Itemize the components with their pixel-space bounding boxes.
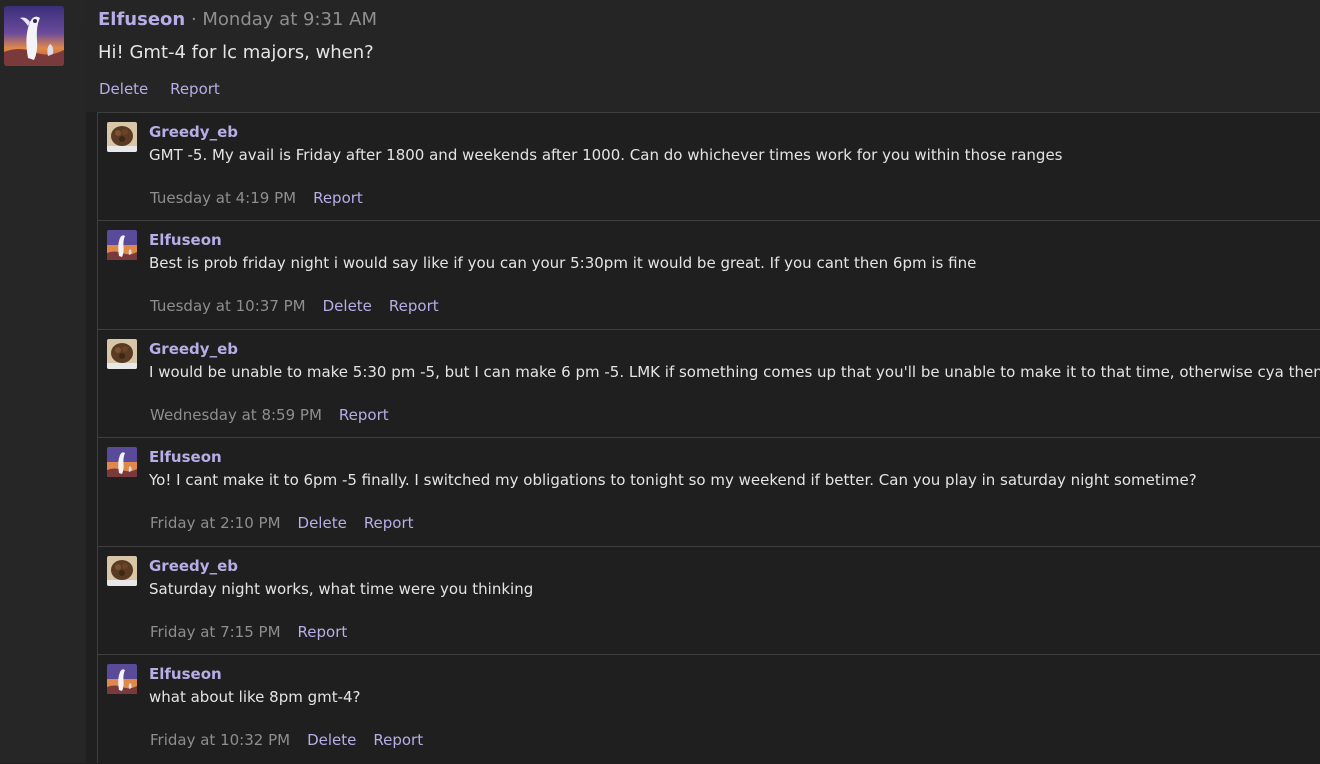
- comment-author-link[interactable]: Elfuseon: [149, 665, 222, 683]
- comment-timestamp[interactable]: Friday at 10:32 PM: [150, 731, 290, 749]
- post-timestamp[interactable]: Monday at 9:31 AM: [202, 9, 377, 30]
- comment-report-link[interactable]: Report: [373, 731, 423, 749]
- comment-meta: Tuesday at 4:19 PM Report: [150, 189, 380, 207]
- greedy-avatar[interactable]: [107, 339, 137, 369]
- post-delete-link[interactable]: Delete: [99, 80, 148, 98]
- comment-timestamp[interactable]: Friday at 2:10 PM: [150, 514, 281, 532]
- comment-meta: Friday at 7:15 PM Report: [150, 623, 364, 641]
- comment-report-link[interactable]: Report: [389, 297, 439, 315]
- post-author-link[interactable]: Elfuseon: [98, 9, 185, 30]
- comment-meta: Friday at 2:10 PM Delete Report: [150, 514, 431, 532]
- comment-meta: Tuesday at 10:37 PM Delete Report: [150, 297, 456, 315]
- comment-delete-link[interactable]: Delete: [307, 731, 356, 749]
- post-body: Hi! Gmt-4 for lc majors, when?: [98, 42, 374, 63]
- post-report-link[interactable]: Report: [170, 80, 220, 98]
- comment-item: Greedy_eb GMT -5. My avail is Friday aft…: [98, 112, 1320, 221]
- elfuseon-avatar[interactable]: [107, 230, 137, 260]
- comment-text: GMT -5. My avail is Friday after 1800 an…: [149, 146, 1063, 164]
- comment-item: Elfuseon Best is prob friday night i wou…: [98, 220, 1320, 329]
- greedy-avatar[interactable]: [107, 556, 137, 586]
- comment-timestamp[interactable]: Friday at 7:15 PM: [150, 623, 281, 641]
- comment-meta: Wednesday at 8:59 PM Report: [150, 406, 406, 424]
- comment-meta: Friday at 10:32 PM Delete Report: [150, 731, 440, 749]
- comment-report-link[interactable]: Report: [339, 406, 389, 424]
- comment-timestamp[interactable]: Tuesday at 4:19 PM: [150, 189, 296, 207]
- comment-delete-link[interactable]: Delete: [323, 297, 372, 315]
- comment-report-link[interactable]: Report: [313, 189, 363, 207]
- elfuseon-avatar[interactable]: [4, 6, 64, 66]
- comment-report-link[interactable]: Report: [298, 623, 348, 641]
- comment-text: I would be unable to make 5:30 pm -5, bu…: [149, 363, 1320, 381]
- elfuseon-avatar[interactable]: [107, 664, 137, 694]
- comment-item: Greedy_eb I would be unable to make 5:30…: [98, 329, 1320, 438]
- comment-text: what about like 8pm gmt-4?: [149, 688, 361, 706]
- comment-item: Elfuseon Yo! I cant make it to 6pm -5 fi…: [98, 437, 1320, 546]
- post-actions: Delete Report: [99, 80, 237, 98]
- comment-item: Greedy_eb Saturday night works, what tim…: [98, 546, 1320, 655]
- left-gutter: [0, 0, 86, 763]
- comment-author-link[interactable]: Greedy_eb: [149, 340, 238, 358]
- comment-text: Yo! I cant make it to 6pm -5 finally. I …: [149, 471, 1197, 489]
- comment-text: Saturday night works, what time were you…: [149, 580, 534, 598]
- comment-delete-link[interactable]: Delete: [298, 514, 347, 532]
- post-separator: ·: [185, 9, 203, 30]
- comment-thread: Greedy_eb GMT -5. My avail is Friday aft…: [97, 112, 1320, 763]
- comment-timestamp[interactable]: Tuesday at 10:37 PM: [150, 297, 306, 315]
- comment-author-link[interactable]: Greedy_eb: [149, 557, 238, 575]
- comment-author-link[interactable]: Greedy_eb: [149, 123, 238, 141]
- comment-author-link[interactable]: Elfuseon: [149, 231, 222, 249]
- comment-timestamp[interactable]: Wednesday at 8:59 PM: [150, 406, 322, 424]
- greedy-avatar[interactable]: [107, 122, 137, 152]
- comment-author-link[interactable]: Elfuseon: [149, 448, 222, 466]
- elfuseon-avatar[interactable]: [107, 447, 137, 477]
- comment-text: Best is prob friday night i would say li…: [149, 254, 977, 272]
- post-header: Elfuseon · Monday at 9:31 AM: [98, 9, 377, 30]
- comment-item: Elfuseon what about like 8pm gmt-4? Frid…: [98, 654, 1320, 764]
- comment-report-link[interactable]: Report: [364, 514, 414, 532]
- speech-arrow-icon: [75, 24, 86, 40]
